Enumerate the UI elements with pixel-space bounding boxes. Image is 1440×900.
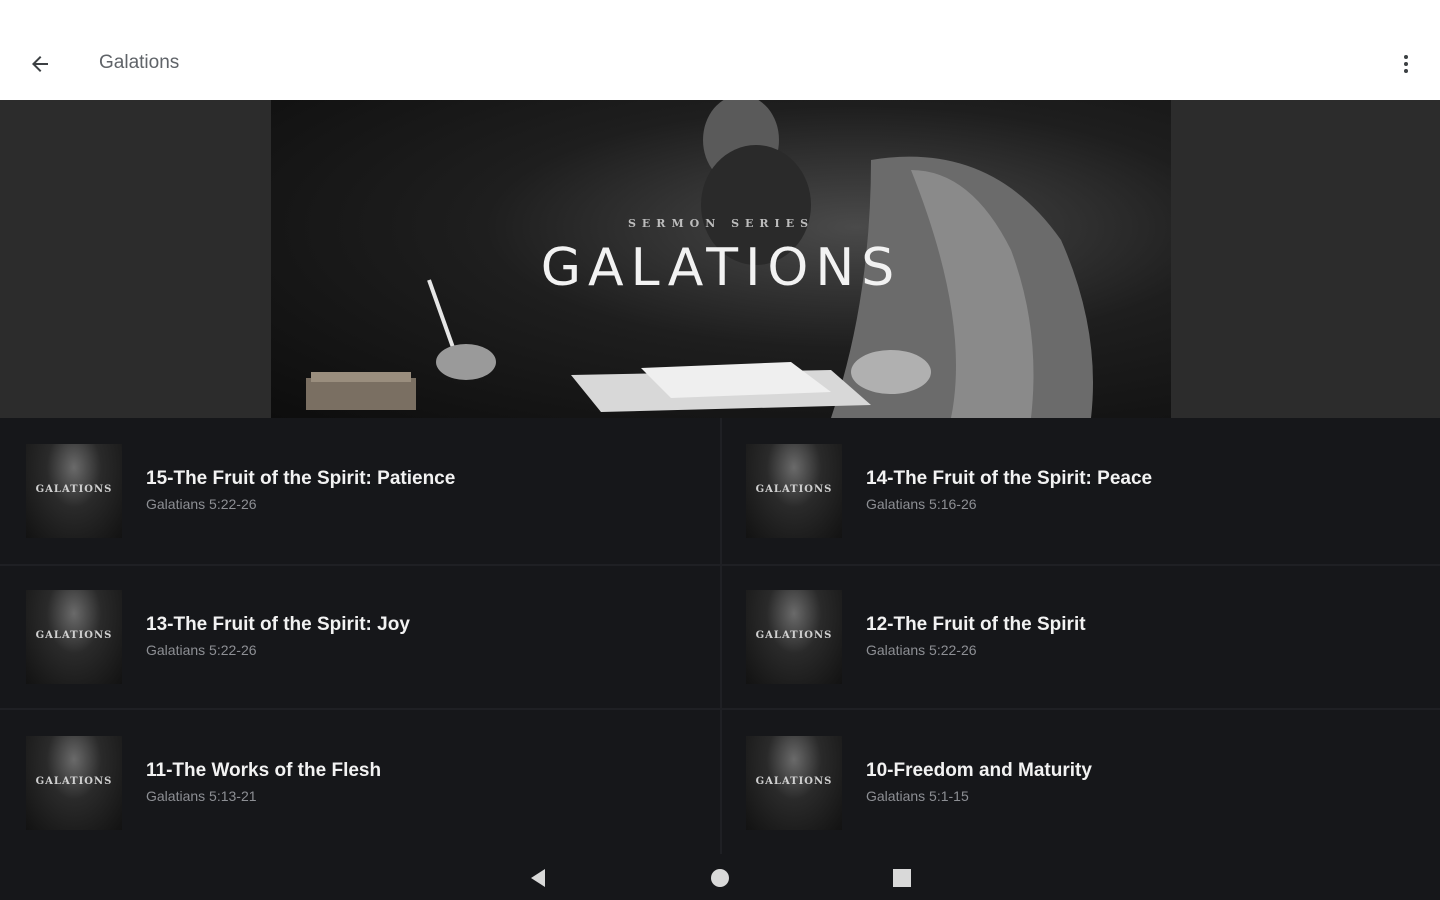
- column-divider: [720, 418, 722, 854]
- hero-title: GALATIONS: [540, 238, 902, 298]
- system-nav-bar: [0, 854, 1440, 900]
- triangle-back-icon: [531, 869, 545, 887]
- more-vert-icon: [1404, 55, 1408, 73]
- thumbnail-label: GALATIONS: [35, 484, 113, 495]
- thumbnail-label: GALATIONS: [755, 776, 833, 787]
- list-item[interactable]: GALATIONS 14-The Fruit of the Spirit: Pe…: [720, 418, 1440, 564]
- back-button[interactable]: [20, 44, 60, 84]
- episode-title: 13-The Fruit of the Spirit: Joy: [146, 614, 410, 635]
- episode-title: 15-The Fruit of the Spirit: Patience: [146, 468, 456, 489]
- circle-home-icon: [711, 869, 729, 887]
- episode-reference: Galatians 5:13-21: [146, 788, 257, 804]
- overflow-menu-button[interactable]: [1386, 44, 1426, 84]
- app-root: Galations SERMON SERIES GALATIONS GALATI…: [0, 0, 1440, 900]
- episode-reference: Galatians 5:22-26: [866, 642, 977, 658]
- nav-recents-button[interactable]: [882, 860, 922, 896]
- episode-thumbnail: GALATIONS: [26, 590, 122, 684]
- episode-reference: Galatians 5:22-26: [146, 642, 257, 658]
- episode-title: 10-Freedom and Maturity: [866, 760, 1092, 781]
- episode-thumbnail: GALATIONS: [26, 736, 122, 830]
- nav-home-button[interactable]: [700, 860, 740, 896]
- hero-banner: SERMON SERIES GALATIONS: [0, 100, 1440, 418]
- list-item[interactable]: GALATIONS 15-The Fruit of the Spirit: Pa…: [0, 418, 720, 564]
- list-item[interactable]: GALATIONS 13-The Fruit of the Spirit: Jo…: [0, 564, 720, 710]
- nav-back-button[interactable]: [518, 860, 558, 896]
- hero-image: SERMON SERIES GALATIONS: [271, 100, 1171, 418]
- hero-kicker: SERMON SERIES: [627, 217, 815, 230]
- list-item[interactable]: GALATIONS 10-Freedom and Maturity Galati…: [720, 710, 1440, 856]
- list-item[interactable]: GALATIONS 11-The Works of the Flesh Gala…: [0, 710, 720, 856]
- page-title: Galations: [99, 52, 180, 73]
- episode-title: 11-The Works of the Flesh: [146, 760, 382, 781]
- episode-title: 12-The Fruit of the Spirit: [866, 614, 1086, 635]
- episode-thumbnail: GALATIONS: [26, 444, 122, 538]
- square-recents-icon: [893, 869, 911, 887]
- list-item[interactable]: GALATIONS 12-The Fruit of the Spirit Gal…: [720, 564, 1440, 710]
- arrow-left-icon: [32, 56, 48, 72]
- thumbnail-label: GALATIONS: [755, 484, 833, 495]
- episode-thumbnail: GALATIONS: [746, 736, 842, 830]
- top-app-bar: Galations: [0, 0, 1440, 100]
- episode-list: GALATIONS 15-The Fruit of the Spirit: Pa…: [0, 418, 1440, 854]
- thumbnail-label: GALATIONS: [755, 630, 833, 641]
- thumbnail-label: GALATIONS: [35, 776, 113, 787]
- episode-thumbnail: GALATIONS: [746, 444, 842, 538]
- thumbnail-label: GALATIONS: [35, 630, 113, 641]
- episode-reference: Galatians 5:16-26: [866, 496, 977, 512]
- episode-title: 14-The Fruit of the Spirit: Peace: [866, 468, 1153, 489]
- episode-reference: Galatians 5:22-26: [146, 496, 257, 512]
- episode-reference: Galatians 5:1-15: [866, 788, 969, 804]
- episode-thumbnail: GALATIONS: [746, 590, 842, 684]
